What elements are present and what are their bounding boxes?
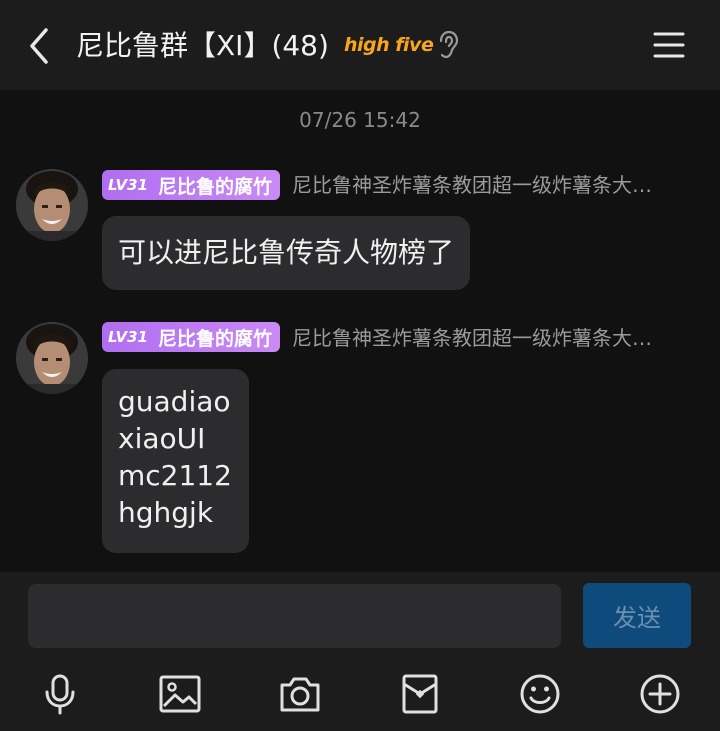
message-text: xiaoUI — [118, 422, 206, 455]
composer-bar: 发送 — [0, 572, 720, 731]
send-button[interactable]: 发送 — [583, 583, 691, 648]
high-five-badge[interactable]: high five — [344, 30, 434, 60]
red-packet-icon[interactable] — [398, 672, 442, 716]
message-input[interactable] — [28, 584, 561, 648]
plus-icon[interactable] — [638, 672, 682, 716]
level-badge: LV31 尼比鲁的腐竹 — [102, 322, 280, 352]
message-text: hghgjk — [118, 496, 214, 529]
member-title: 尼比鲁神圣炸薯条教团超一级炸薯条大… — [292, 326, 652, 350]
sender-name[interactable]: 尼比鲁的腐竹 — [158, 324, 272, 351]
message-text: guadiao — [118, 385, 231, 418]
sender-name[interactable]: 尼比鲁的腐竹 — [158, 172, 272, 199]
level-text: LV31 — [108, 176, 148, 194]
avatar[interactable] — [16, 322, 88, 394]
message-timestamp: 07/26 15:42 — [299, 108, 421, 132]
chat-header: 尼比鲁群【XI】(48) high five — [0, 0, 720, 90]
user-photo-icon — [16, 322, 88, 394]
member-title: 尼比鲁神圣炸薯条教团超一级炸薯条大… — [292, 173, 652, 197]
user-photo-icon — [16, 169, 88, 241]
avatar[interactable] — [16, 169, 88, 241]
back-icon[interactable] — [22, 24, 56, 68]
emoji-icon[interactable] — [518, 672, 562, 716]
menu-icon[interactable] — [652, 30, 686, 60]
microphone-icon[interactable] — [38, 672, 82, 716]
message-text: mc2112 — [118, 459, 232, 492]
image-icon[interactable] — [158, 672, 202, 716]
message-bubble[interactable]: 可以进尼比鲁传奇人物榜了 — [102, 216, 471, 290]
chat-title[interactable]: 尼比鲁群【XI】(48) — [76, 26, 329, 66]
level-text: LV31 — [108, 328, 148, 346]
message-text: 可以进尼比鲁传奇人物榜了 — [118, 236, 455, 269]
message-bubble[interactable]: guadiao xiaoUI mc2112 hghgjk — [102, 369, 249, 553]
level-badge: LV31 尼比鲁的腐竹 — [102, 170, 280, 200]
ear-icon[interactable] — [436, 30, 460, 60]
camera-icon[interactable] — [278, 672, 322, 716]
